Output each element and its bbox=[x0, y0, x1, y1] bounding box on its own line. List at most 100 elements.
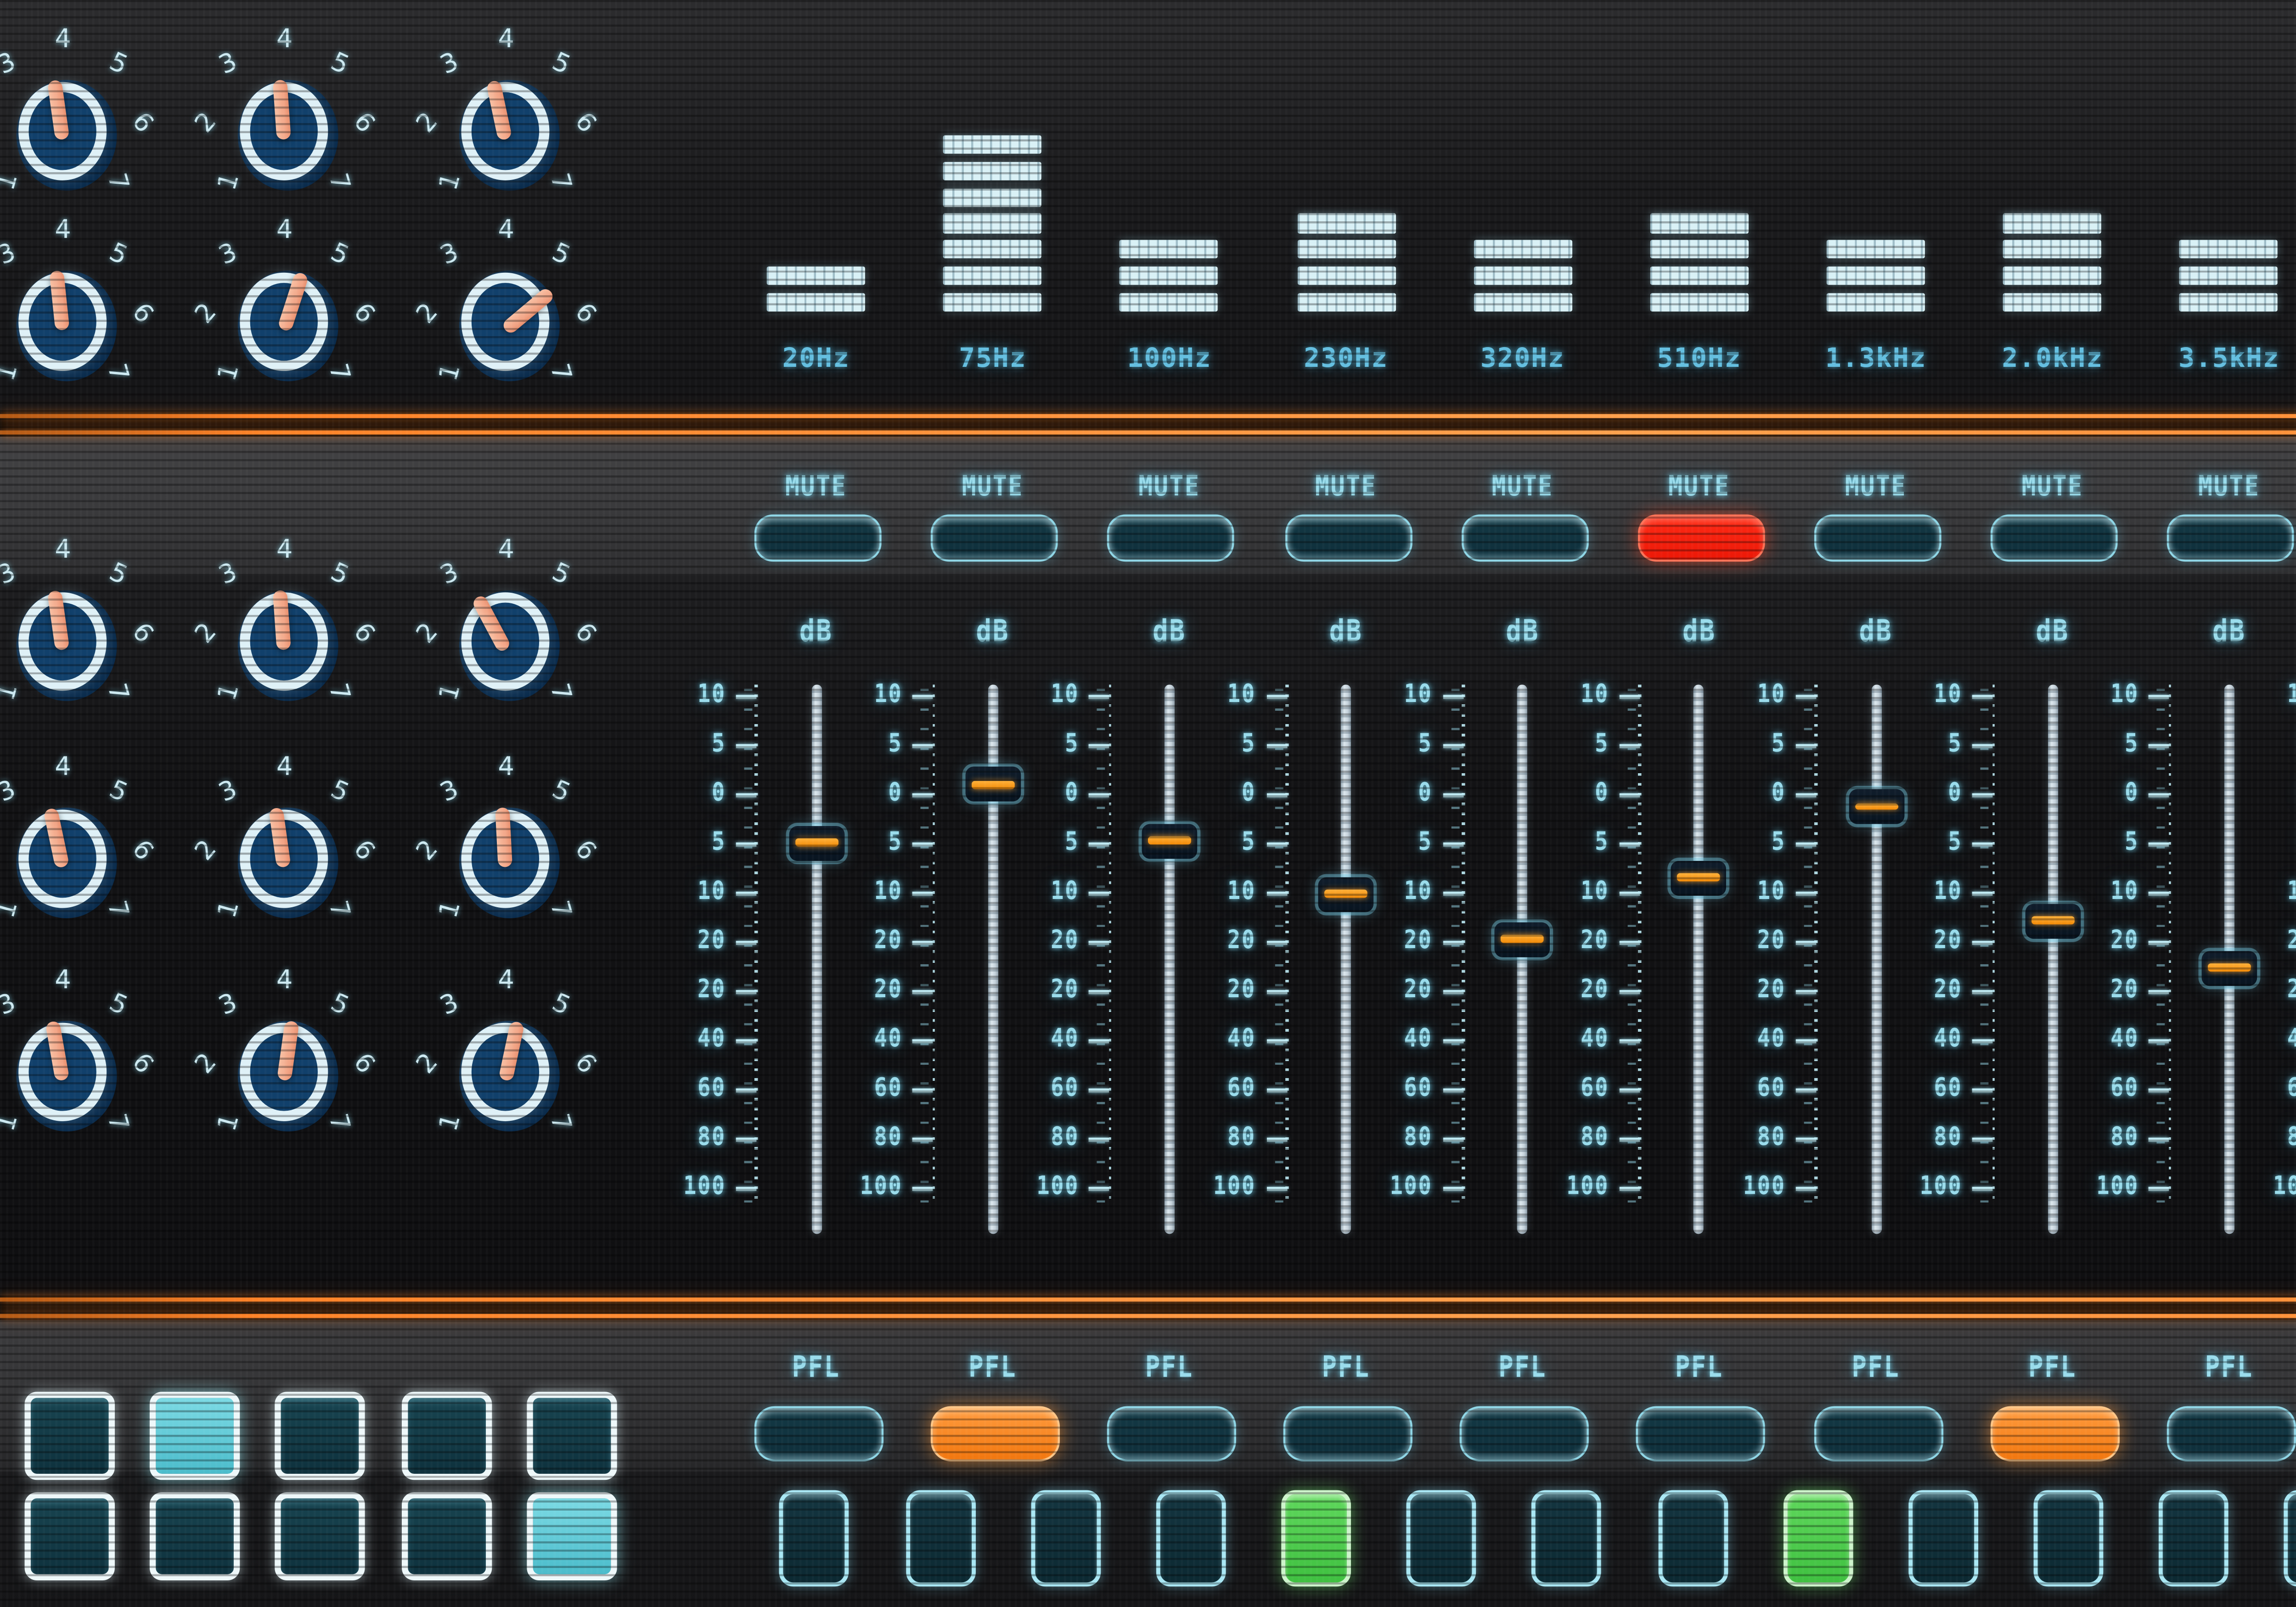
fader-scale-label: 10 bbox=[841, 680, 902, 709]
grid-key[interactable] bbox=[276, 1491, 366, 1579]
knob-number: 4 bbox=[262, 22, 307, 53]
fader-cap[interactable] bbox=[1495, 921, 1551, 956]
mute-button[interactable] bbox=[1461, 515, 1588, 562]
fader-track[interactable] bbox=[988, 685, 998, 1234]
fader-scale-label: 20 bbox=[2077, 926, 2139, 955]
soft-key[interactable] bbox=[2034, 1490, 2104, 1587]
mute-button[interactable] bbox=[1814, 515, 1941, 562]
fader-scale-label: 0 bbox=[2077, 779, 2139, 808]
fader-cap[interactable] bbox=[1318, 876, 1374, 911]
pfl-button[interactable] bbox=[1637, 1406, 1766, 1461]
fader-track[interactable] bbox=[2048, 685, 2058, 1234]
mute-button[interactable] bbox=[931, 515, 1058, 562]
grid-key[interactable] bbox=[276, 1392, 366, 1480]
fader-scale-label: 0 bbox=[1548, 779, 1609, 808]
eq-bar-segment bbox=[944, 188, 1042, 207]
eq-band-label: 20Hz bbox=[744, 344, 888, 375]
eq-bar-segment bbox=[944, 214, 1042, 233]
soft-key[interactable] bbox=[1532, 1490, 1602, 1587]
fader-scale-label: 5 bbox=[1018, 828, 1079, 857]
fader-scale-label: 20 bbox=[1901, 976, 1962, 1005]
pfl-label: PFL bbox=[1814, 1350, 1937, 1384]
fader-scale-label: 10 bbox=[1194, 877, 1256, 906]
eq-bar-segment bbox=[2003, 240, 2102, 259]
soft-key[interactable] bbox=[1407, 1490, 1476, 1587]
db-unit-label: dB bbox=[1128, 612, 1210, 648]
grid-key[interactable] bbox=[150, 1491, 240, 1579]
soft-key[interactable] bbox=[2159, 1490, 2229, 1587]
fader-scale-label: 40 bbox=[1018, 1025, 1079, 1054]
pfl-button[interactable] bbox=[1813, 1406, 1942, 1461]
fader-track[interactable] bbox=[811, 685, 821, 1234]
fader-cap[interactable] bbox=[1142, 823, 1197, 858]
eq-bar-segment bbox=[1297, 266, 1395, 285]
pfl-button[interactable] bbox=[1460, 1406, 1589, 1461]
fader-scale-label: 80 bbox=[1724, 1123, 1786, 1152]
fader-cap-grip-line bbox=[971, 781, 1014, 788]
soft-key[interactable] bbox=[905, 1490, 975, 1587]
mute-button[interactable] bbox=[1284, 515, 1412, 562]
fader-scale-label: 20 bbox=[1371, 976, 1432, 1005]
fader-scale-label: 20 bbox=[1371, 926, 1432, 955]
fader-scale-label: 0 bbox=[1018, 779, 1079, 808]
fader-scale-label: 5 bbox=[2077, 828, 2139, 857]
fader-track[interactable] bbox=[1694, 685, 1704, 1234]
fader-cap[interactable] bbox=[1848, 790, 1904, 825]
eq-bar-segment bbox=[2180, 292, 2278, 311]
soft-key[interactable] bbox=[1908, 1490, 1978, 1587]
mute-button[interactable] bbox=[754, 515, 882, 562]
soft-key[interactable] bbox=[1281, 1490, 1351, 1587]
panel-divider-top bbox=[0, 412, 2296, 437]
fader-track[interactable] bbox=[1871, 685, 1881, 1234]
fader-track[interactable] bbox=[1341, 685, 1351, 1234]
pfl-label: PFL bbox=[1108, 1350, 1231, 1384]
grid-key[interactable] bbox=[150, 1392, 240, 1480]
soft-key[interactable] bbox=[1030, 1490, 1100, 1587]
fader-cap[interactable] bbox=[788, 825, 844, 860]
grid-key[interactable] bbox=[25, 1491, 115, 1579]
fader-scale-label: 40 bbox=[1371, 1025, 1432, 1054]
fader-scale-label: 60 bbox=[1194, 1074, 1256, 1103]
grid-key[interactable] bbox=[526, 1392, 616, 1480]
pfl-button[interactable] bbox=[930, 1406, 1059, 1461]
grid-key[interactable] bbox=[401, 1392, 491, 1480]
fader-cap[interactable] bbox=[965, 768, 1021, 803]
fader-cap[interactable] bbox=[1671, 860, 1727, 895]
fader-track[interactable] bbox=[1518, 685, 1528, 1234]
eq-bar-segment bbox=[1297, 214, 1395, 233]
pfl-button[interactable] bbox=[754, 1406, 883, 1461]
pfl-button[interactable] bbox=[1107, 1406, 1236, 1461]
grid-key[interactable] bbox=[401, 1491, 491, 1579]
fader-scale-label: 5 bbox=[1724, 730, 1786, 759]
grid-key[interactable] bbox=[25, 1392, 115, 1480]
fader-scale-label: 10 bbox=[1548, 680, 1609, 709]
fader-cap[interactable] bbox=[2201, 950, 2257, 985]
eq-bar-segment bbox=[1297, 292, 1395, 311]
knob-number: 4 bbox=[262, 963, 307, 994]
fader-scale-label: 10 bbox=[841, 877, 902, 906]
mute-label: MUTE bbox=[1461, 469, 1584, 503]
soft-key[interactable] bbox=[780, 1490, 850, 1587]
pfl-button[interactable] bbox=[1283, 1406, 1412, 1461]
eq-bar-segment bbox=[2180, 266, 2278, 285]
mute-label: MUTE bbox=[2167, 469, 2290, 503]
soft-key[interactable] bbox=[1657, 1490, 1727, 1587]
soft-key[interactable] bbox=[1156, 1490, 1226, 1587]
fader-scale-label: 5 bbox=[841, 828, 902, 857]
pfl-label: PFL bbox=[1991, 1350, 2114, 1384]
grid-key[interactable] bbox=[526, 1491, 616, 1579]
fader-cap[interactable] bbox=[2025, 903, 2080, 938]
mute-button[interactable] bbox=[1108, 515, 1235, 562]
pfl-button[interactable] bbox=[1990, 1406, 2119, 1461]
mute-button[interactable] bbox=[1638, 515, 1765, 562]
soft-key[interactable] bbox=[2285, 1490, 2296, 1587]
fader-track[interactable] bbox=[1164, 685, 1174, 1234]
soft-key[interactable] bbox=[1783, 1490, 1852, 1587]
mute-button[interactable] bbox=[1991, 515, 2118, 562]
fader-scale-label: 10 bbox=[1724, 680, 1786, 709]
fader-scale-label: 10 bbox=[1018, 680, 1079, 709]
mute-button[interactable] bbox=[2167, 515, 2295, 562]
pfl-button[interactable] bbox=[2167, 1406, 2296, 1461]
fader-scale-label: 20 bbox=[1018, 926, 1079, 955]
eq-bar-segment bbox=[2180, 240, 2278, 259]
